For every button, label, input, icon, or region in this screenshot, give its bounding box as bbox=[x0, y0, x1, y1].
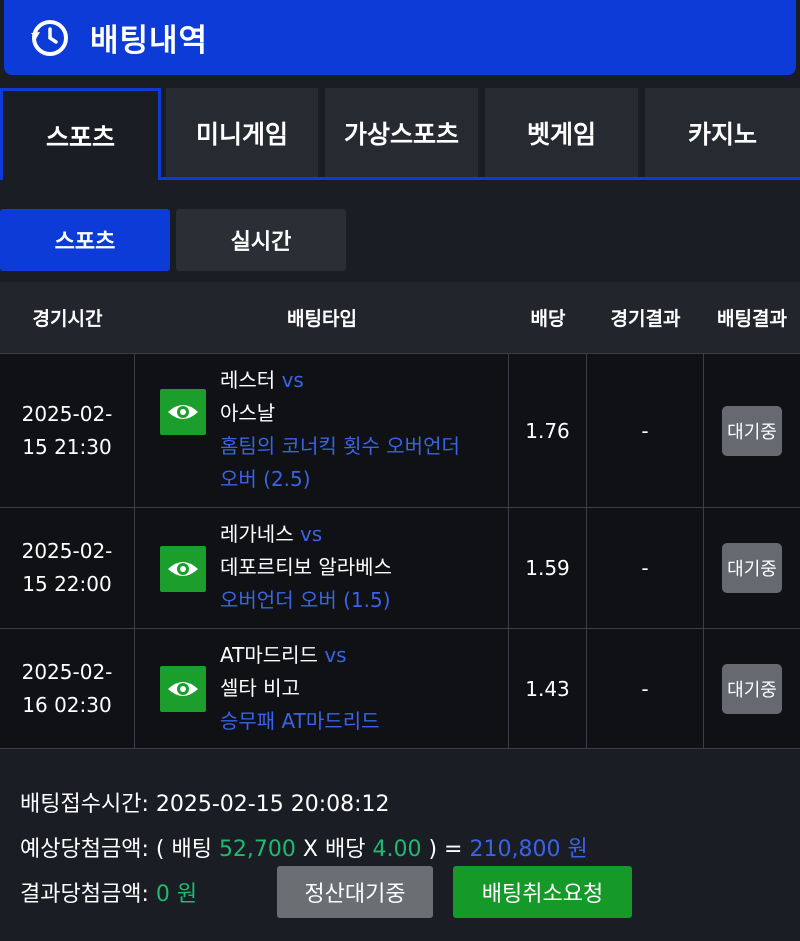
home-team: 레스터 bbox=[220, 368, 276, 392]
col-match-time: 경기시간 bbox=[32, 308, 103, 330]
odds-value: 1.59 bbox=[509, 508, 587, 628]
page-title: 배팅내역 bbox=[90, 23, 209, 59]
tab-casino[interactable]: 카지노 bbox=[645, 88, 800, 177]
market-label: 오버언더 오버 (1.5) bbox=[220, 588, 391, 612]
col-bet-result: 배팅결과 bbox=[717, 308, 787, 330]
away-team: 셀타 비고 bbox=[220, 676, 300, 700]
receipt-time-line: 배팅접수시간: 2025-02-15 20:08:12 bbox=[20, 786, 390, 818]
subtab-live[interactable]: 실시간 bbox=[176, 209, 346, 271]
match-result: - bbox=[587, 629, 704, 748]
odds-value: 1.76 bbox=[509, 354, 587, 507]
bet-details: 레스터 vs 아스날 홈팀의 코너킥 횟수 오버언더 오버 (2.5) bbox=[220, 364, 460, 496]
bet-label: 배팅 bbox=[171, 837, 212, 862]
col-odds: 배당 bbox=[530, 308, 566, 330]
page-header: 배팅내역 bbox=[4, 0, 796, 75]
market-label: 홈팀의 코너킥 횟수 오버언더 bbox=[220, 434, 460, 458]
tab-betgame[interactable]: 벳게임 bbox=[485, 88, 638, 177]
match-time: 2025-02- 15 21:30 bbox=[21, 401, 113, 459]
match-result: - bbox=[587, 508, 704, 628]
vs-label: vs bbox=[281, 368, 304, 392]
status-badge: 대기중 bbox=[722, 663, 782, 714]
match-result: - bbox=[587, 354, 704, 507]
tab-sports[interactable]: 스포츠 bbox=[0, 88, 161, 180]
bet-details: 레가네스 vs 데포르티보 알라베스 오버언더 오버 (1.5) bbox=[220, 518, 392, 617]
vs-label: vs bbox=[299, 522, 323, 546]
match-time: 2025-02- 16 02:30 bbox=[21, 659, 113, 717]
total-odds: 4.00 bbox=[372, 837, 422, 862]
bet-amount: 52,700 bbox=[218, 837, 296, 862]
tab-virtual-sports[interactable]: 가상스포츠 bbox=[325, 88, 478, 177]
settle-pending-button[interactable]: 정산대기중 bbox=[277, 866, 433, 918]
odds-label: 배당 bbox=[325, 837, 366, 862]
table-row: 2025-02- 16 02:30 AT마드리드 vs 셀타 비고 승무패 AT… bbox=[0, 628, 800, 749]
tab-minigame[interactable]: 미니게임 bbox=[166, 88, 318, 177]
eye-icon[interactable] bbox=[160, 546, 206, 592]
result-win-line: 결과당첨금액: 0 원 bbox=[20, 876, 197, 908]
status-badge: 대기중 bbox=[722, 405, 782, 456]
table-header: 경기시간 배팅타입 배당 경기결과 배팅결과 bbox=[0, 282, 800, 353]
table-row: 2025-02- 15 22:00 레가네스 vs 데포르티보 알라베스 오버언… bbox=[0, 507, 800, 628]
col-bet-type: 배팅타입 bbox=[287, 308, 357, 330]
pick-label: 오버 (2.5) bbox=[220, 467, 311, 491]
expected-win-line: 예상당첨금액: ( 배팅 52,700 X 배당 4.00 ) = 210,80… bbox=[20, 837, 588, 862]
away-team: 데포르티보 알라베스 bbox=[220, 555, 392, 579]
main-tabs: 스포츠 미니게임 가상스포츠 벳게임 카지노 bbox=[0, 86, 800, 180]
table-row: 2025-02- 15 21:30 레스터 vs 아스날 홈팀의 코너킥 횟수 … bbox=[0, 353, 800, 507]
receipt-label: 배팅접수시간: bbox=[20, 792, 149, 817]
receipt-time: 2025-02-15 20:08:12 bbox=[155, 792, 390, 817]
vs-label: vs bbox=[324, 643, 347, 667]
eye-icon[interactable] bbox=[160, 666, 206, 712]
result-label: 결과당첨금액: bbox=[20, 882, 149, 907]
odds-value: 1.43 bbox=[509, 629, 587, 748]
col-match-result: 경기결과 bbox=[610, 308, 681, 330]
cancel-bet-button[interactable]: 배팅취소요청 bbox=[453, 866, 632, 918]
expected-label: 예상당첨금액: bbox=[20, 837, 149, 862]
bet-details: AT마드리드 vs 셀타 비고 승무패 AT마드리드 bbox=[220, 639, 380, 738]
clock-history-icon bbox=[26, 15, 72, 61]
home-team: 레가네스 bbox=[220, 522, 294, 546]
eye-icon[interactable] bbox=[160, 389, 206, 435]
away-team: 아스날 bbox=[220, 401, 276, 425]
subtab-sports[interactable]: 스포츠 bbox=[0, 209, 170, 271]
expected-amount: 210,800 원 bbox=[469, 837, 588, 862]
status-badge: 대기중 bbox=[722, 543, 782, 593]
result-amount: 0 원 bbox=[155, 882, 198, 907]
home-team: AT마드리드 bbox=[220, 643, 318, 667]
match-time: 2025-02- 15 22:00 bbox=[21, 539, 113, 596]
market-label: 승무패 AT마드리드 bbox=[220, 709, 380, 733]
